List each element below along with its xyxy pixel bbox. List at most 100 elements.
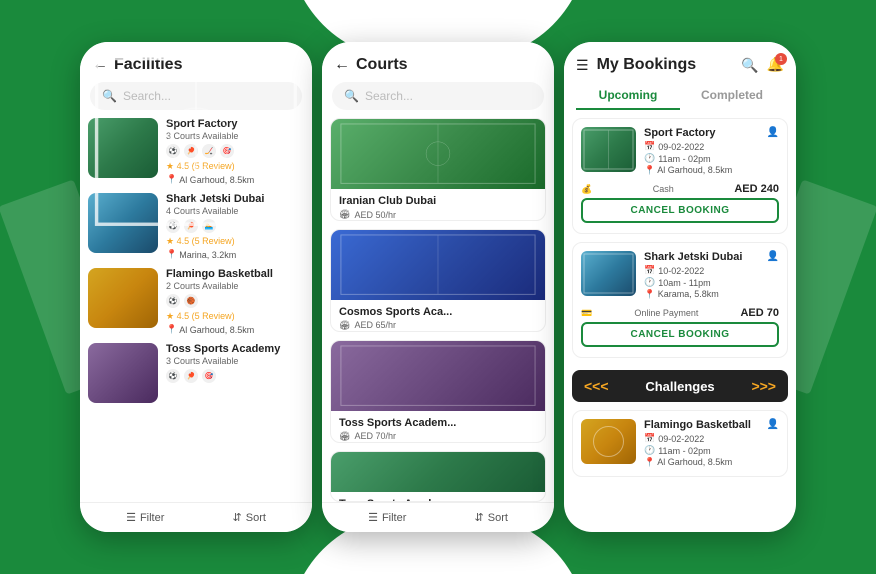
phones-container: ← Facilities 🔍 Search... Sport Factory 3…	[80, 42, 796, 532]
calendar-icon: 📅	[644, 265, 655, 276]
payment-method: Online Payment	[634, 308, 698, 318]
booking-facility-name: Sport Factory	[644, 127, 716, 139]
booking-date: 📅 09-02-2022	[644, 433, 779, 444]
court-image	[331, 119, 545, 189]
person-icon: 👤	[767, 127, 779, 138]
calendar-icon: 📅	[644, 141, 655, 152]
sort-icon: ⇵	[475, 511, 484, 524]
bookings-title: My Bookings	[597, 56, 697, 74]
booking-details-top: Flamingo Basketball 👤 📅 09-02-2022 🕐 11a…	[573, 411, 787, 472]
court-name: Toss Sports Academ...	[339, 417, 537, 429]
court-icon: 🏟	[339, 320, 350, 331]
court-info: Toss Sports Academ... 🏟 AED 70/hr ★ 4.5 …	[331, 411, 545, 443]
sort-label: Sort	[488, 512, 508, 524]
facility-image	[88, 343, 158, 403]
court-info: Cosmos Sports Aca... 🏟 AED 65/hr ★ 4.5 (…	[331, 300, 545, 332]
filter-icon: ☰	[368, 511, 378, 524]
list-item[interactable]: Toss Sports Academ... 🏟 AED 70/hr	[330, 451, 546, 502]
bookings-tabs: Upcoming Completed	[564, 82, 796, 110]
challenges-bar[interactable]: <<< Challenges >>>	[572, 370, 788, 402]
court-price: 🏟 AED 50/hr	[339, 209, 537, 220]
booking-details-top: Sport Factory 👤 📅 09-02-2022 🕐 11am - 02…	[573, 119, 787, 180]
sport-icon-2: 🏀	[184, 294, 198, 308]
facility-location: 📍 Marina, 3.2km	[166, 249, 304, 260]
court-icon: 🏟	[339, 431, 350, 442]
booking-time: 🕐 11am - 02pm	[644, 153, 779, 164]
facilities-bottom-bar: ☰ Filter ⇵ Sort	[80, 502, 312, 532]
back-icon[interactable]: ←	[334, 56, 350, 74]
court-price: 🏟 AED 70/hr	[339, 431, 537, 442]
search-icon[interactable]: 🔍	[741, 57, 758, 74]
location-icon: 📍	[644, 165, 655, 175]
booking-image	[581, 251, 636, 296]
cancel-booking-button[interactable]: CANCEL BOOKING	[581, 322, 779, 347]
location-icon: 📍	[644, 457, 655, 467]
facility-info: Toss Sports Academy 3 Courts Available ⚽…	[166, 343, 304, 386]
courts-title: Courts	[356, 56, 408, 74]
cancel-booking-button[interactable]: CANCEL BOOKING	[581, 198, 779, 223]
court-price: 🏟 AED 65/hr	[339, 320, 537, 331]
list-item[interactable]: Shark Jetski Dubai 👤 📅 10-02-2022 🕐 10am…	[572, 242, 788, 358]
booking-info: Shark Jetski Dubai 👤 📅 10-02-2022 🕐 10am…	[644, 251, 779, 300]
phone-bookings: ☰ My Bookings 🔍 🔔 1 Upcoming Completed	[564, 42, 796, 532]
facility-sport-icons: ⚽ 🏀	[166, 294, 304, 308]
list-item[interactable]: Toss Sports Academ... 🏟 AED 70/hr ★ 4.5 …	[330, 340, 546, 443]
booking-facility-name: Flamingo Basketball	[644, 419, 751, 431]
tab-upcoming[interactable]: Upcoming	[576, 82, 680, 110]
sort-button[interactable]: ⇵ Sort	[475, 511, 508, 524]
list-item[interactable]: Toss Sports Academy 3 Courts Available ⚽…	[88, 343, 304, 403]
sort-button[interactable]: ⇵ Sort	[233, 511, 266, 524]
header-icons: 🔍 🔔 1	[741, 56, 784, 74]
booking-details-top: Shark Jetski Dubai 👤 📅 10-02-2022 🕐 10am…	[573, 243, 787, 304]
court-name: Iranian Club Dubai	[339, 195, 537, 207]
search-icon: 🔍	[344, 89, 359, 103]
list-item[interactable]: Iranian Club Dubai 🏟 AED 50/hr ★ 4.5 (5 …	[330, 118, 546, 221]
filter-button[interactable]: ☰ Filter	[368, 511, 406, 524]
booking-image	[581, 127, 636, 172]
facilities-list: Sport Factory 3 Courts Available ⚽ 🏓 🏒 🎯…	[80, 118, 312, 502]
menu-icon[interactable]: ☰	[576, 57, 589, 74]
list-item[interactable]: Flamingo Basketball 👤 📅 09-02-2022 🕐 11a…	[572, 410, 788, 477]
booking-date: 📅 10-02-2022	[644, 265, 779, 276]
courts-header: ← Courts	[322, 42, 554, 82]
online-payment-icon: 💳	[581, 308, 592, 319]
booking-amount: AED 70	[740, 307, 779, 319]
person-icon: 👤	[767, 419, 779, 430]
list-item[interactable]: Flamingo Basketball 2 Courts Available ⚽…	[88, 268, 304, 335]
booking-payment: 💰 Cash AED 240	[573, 180, 787, 198]
court-info: Toss Sports Academ... 🏟 AED 70/hr	[331, 492, 545, 502]
filter-button[interactable]: ☰ Filter	[126, 511, 164, 524]
phone-courts: ← Courts 🔍 Search... Iranian Club Dubai …	[322, 42, 554, 532]
location-icon: 📍	[644, 289, 655, 299]
payment-method: Cash	[653, 184, 674, 194]
location-icon: 📍	[166, 324, 177, 335]
clock-icon: 🕐	[644, 445, 655, 456]
booking-time: 🕐 10am - 11pm	[644, 277, 779, 288]
clock-icon: 🕐	[644, 153, 655, 164]
sort-label: Sort	[246, 512, 266, 524]
court-name: Cosmos Sports Aca...	[339, 306, 537, 318]
court-image	[331, 230, 545, 300]
booking-info: Sport Factory 👤 📅 09-02-2022 🕐 11am - 02…	[644, 127, 779, 176]
list-item[interactable]: Sport Factory 👤 📅 09-02-2022 🕐 11am - 02…	[572, 118, 788, 234]
court-icon: 🏟	[339, 209, 350, 220]
list-item[interactable]: Cosmos Sports Aca... 🏟 AED 65/hr ★ 4.5 (…	[330, 229, 546, 332]
booking-location: 📍 Al Garhoud, 8.5km	[644, 165, 779, 176]
court-image	[331, 341, 545, 411]
bookings-header: ☰ My Bookings 🔍 🔔 1	[564, 42, 796, 82]
person-icon: 👤	[767, 251, 779, 262]
notification-badge: 1	[775, 53, 787, 65]
booking-info: Flamingo Basketball 👤 📅 09-02-2022 🕐 11a…	[644, 419, 779, 468]
challenges-label: Challenges	[645, 379, 714, 394]
court-info: Iranian Club Dubai 🏟 AED 50/hr ★ 4.5 (5 …	[331, 189, 545, 221]
sport-icon-2: 🏓	[184, 369, 198, 383]
tab-completed[interactable]: Completed	[680, 82, 784, 110]
booking-facility-name: Shark Jetski Dubai	[644, 251, 742, 263]
facility-location: 📍 Al Garhoud, 8.5km	[166, 324, 304, 335]
courts-search-bar[interactable]: 🔍 Search...	[332, 82, 544, 110]
challenges-right-arrows: >>>	[751, 378, 776, 394]
notification-wrapper[interactable]: 🔔 1	[767, 56, 784, 74]
location-icon: 📍	[166, 249, 177, 260]
filter-icon: ☰	[126, 511, 136, 524]
facility-courts: 3 Courts Available	[166, 356, 304, 366]
